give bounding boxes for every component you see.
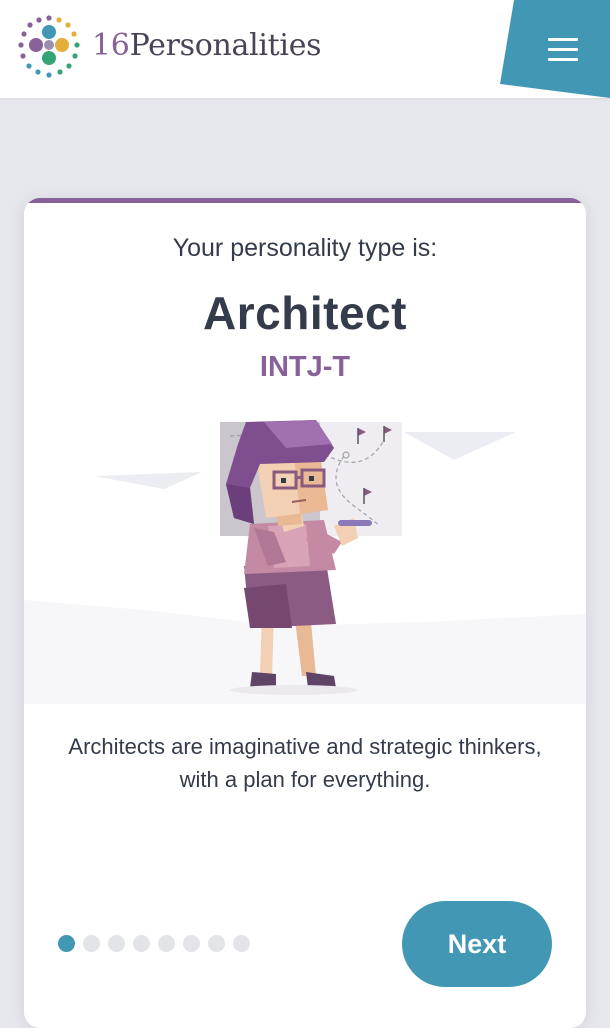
- architect-character-illustration: [24, 420, 586, 704]
- page-dot-5[interactable]: [158, 935, 175, 952]
- brand-word: Personalities: [129, 28, 322, 63]
- 16personalities-logo-icon[interactable]: [16, 14, 82, 80]
- page-dot-3[interactable]: [108, 935, 125, 952]
- personality-type-code: INTJ-T: [259, 351, 351, 383]
- result-subtitle: Your personality type is:: [172, 234, 438, 262]
- brand-name[interactable]: 16Personalities: [92, 24, 322, 68]
- menu-button[interactable]: [500, 0, 610, 98]
- result-card: Your personality type is: Architect INTJ…: [24, 198, 586, 1028]
- page-dot-1[interactable]: [58, 935, 75, 952]
- pagination-dots: [58, 935, 258, 953]
- page-dot-4[interactable]: [133, 935, 150, 952]
- page-dot-6[interactable]: [183, 935, 200, 952]
- next-button[interactable]: Next: [402, 901, 552, 987]
- personality-type-name: Architect: [203, 287, 407, 339]
- page-dot-8[interactable]: [233, 935, 250, 952]
- site-header: 16Personalities: [0, 0, 610, 98]
- personality-description: Architects are imaginative and strategic…: [68, 734, 542, 792]
- card-accent-bar: [24, 198, 586, 203]
- brand-number: 16: [92, 28, 130, 63]
- hamburger-menu-icon: [548, 38, 578, 61]
- page-dot-2[interactable]: [83, 935, 100, 952]
- page-dot-7[interactable]: [208, 935, 225, 952]
